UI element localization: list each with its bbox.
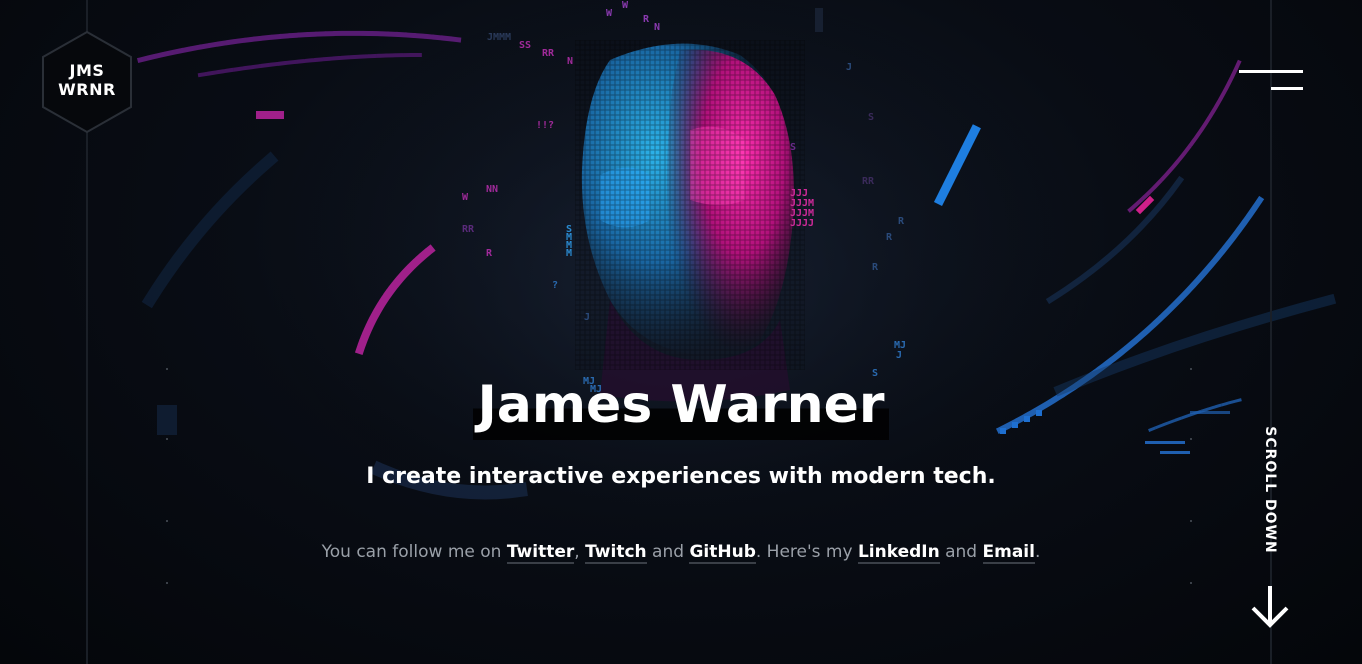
logo-line-1: JMS bbox=[69, 61, 105, 80]
pixel-portrait bbox=[575, 40, 805, 402]
svg-text:RR: RR bbox=[542, 48, 555, 59]
svg-text:S: S bbox=[790, 142, 796, 153]
email-link[interactable]: Email bbox=[982, 542, 1035, 564]
svg-text:R: R bbox=[898, 216, 905, 227]
svg-text:R: R bbox=[486, 248, 493, 259]
svg-text:JMMM: JMMM bbox=[487, 32, 511, 43]
logo-line-2: WRNR bbox=[58, 80, 116, 99]
svg-text:W: W bbox=[606, 8, 613, 19]
menu-bar-top bbox=[1239, 70, 1303, 73]
arrow-down-icon[interactable] bbox=[1249, 584, 1291, 628]
hero-subtitle: I create interactive experiences with mo… bbox=[366, 464, 996, 489]
hamburger-menu-icon[interactable] bbox=[1236, 66, 1306, 96]
follow-and-1: and bbox=[646, 542, 690, 562]
logo-text: JMS WRNR bbox=[40, 61, 134, 99]
follow-suffix: . bbox=[1034, 542, 1041, 562]
linkedin-link[interactable]: LinkedIn bbox=[857, 542, 940, 564]
svg-text:J: J bbox=[846, 62, 852, 73]
twitch-link[interactable]: Twitch bbox=[585, 542, 647, 564]
svg-text:RR: RR bbox=[462, 224, 475, 235]
follow-separator: , bbox=[574, 542, 586, 562]
svg-text:JJJJ: JJJJ bbox=[790, 218, 814, 229]
scroll-down-label[interactable]: SCROLL DOWN bbox=[1260, 424, 1280, 556]
svg-text:RR: RR bbox=[862, 176, 875, 187]
svg-text:J: J bbox=[896, 350, 902, 361]
svg-text:M: M bbox=[566, 248, 572, 259]
follow-prefix: You can follow me on bbox=[321, 542, 507, 562]
svg-text:R: R bbox=[643, 14, 650, 25]
svg-text:?: ? bbox=[552, 280, 558, 291]
svg-text:N: N bbox=[654, 22, 660, 33]
hero-stage: W W R N JMMM SS RR N !!? NN W RR R S M M… bbox=[0, 0, 1362, 664]
svg-text:S: S bbox=[868, 112, 874, 123]
svg-text:R: R bbox=[886, 232, 893, 243]
github-link[interactable]: GitHub bbox=[689, 542, 756, 564]
svg-text:N: N bbox=[567, 56, 573, 67]
svg-text:W: W bbox=[622, 0, 629, 11]
follow-middle: . Here's my bbox=[755, 542, 858, 562]
svg-text:NN: NN bbox=[486, 184, 498, 195]
svg-text:SS: SS bbox=[519, 40, 531, 51]
svg-text:R: R bbox=[872, 262, 879, 273]
social-links-sentence: You can follow me on Twitter, Twitch and… bbox=[0, 537, 1362, 567]
twitter-link[interactable]: Twitter bbox=[506, 542, 575, 564]
menu-bar-bottom bbox=[1271, 87, 1303, 90]
site-logo[interactable]: JMS WRNR bbox=[40, 30, 134, 134]
svg-text:!!?: !!? bbox=[536, 120, 554, 131]
follow-and-2: and bbox=[939, 542, 983, 562]
page-title: James Warner bbox=[473, 370, 889, 440]
svg-text:J: J bbox=[584, 312, 590, 323]
hero-section: James Warner I create interactive experi… bbox=[0, 370, 1362, 564]
svg-text:W: W bbox=[462, 192, 469, 203]
